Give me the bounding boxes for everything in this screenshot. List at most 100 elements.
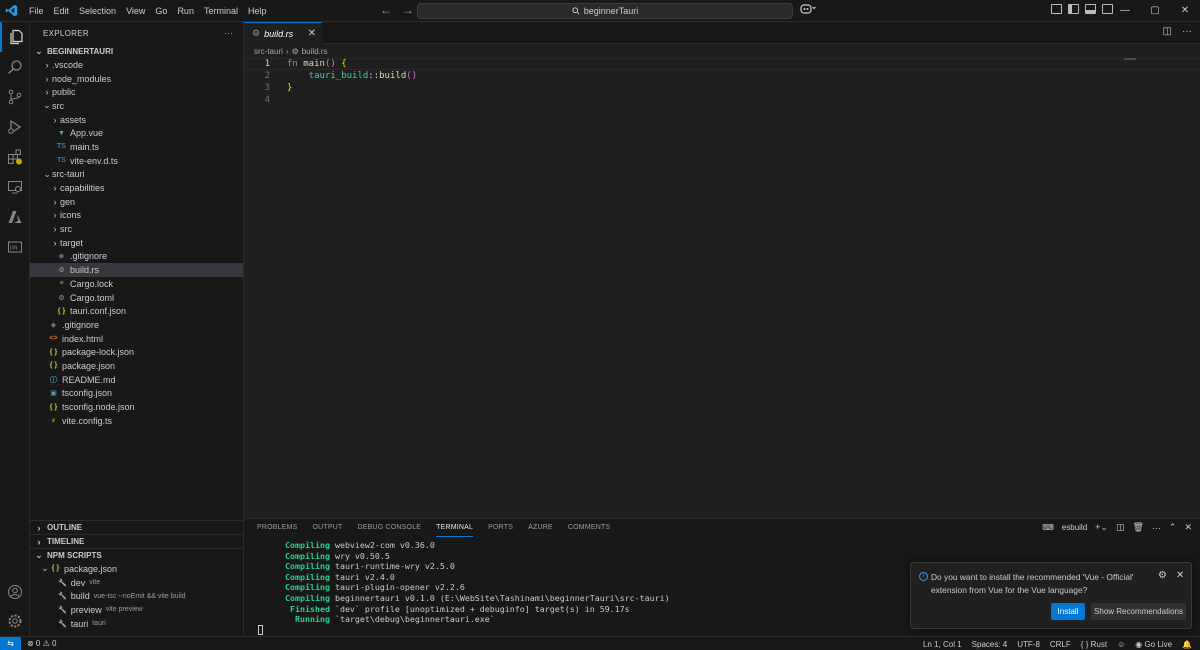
tree-item[interactable]: › gen [30, 195, 243, 209]
tree-item[interactable]: ≡ Cargo.lock [30, 277, 243, 291]
tree-item[interactable]: <> index.html [30, 332, 243, 346]
tree-item[interactable]: ⚙ build.rs [30, 263, 243, 277]
code-area[interactable]: 1 fn main() { 2 tauri_build::build() 3 }… [244, 58, 1200, 106]
menu-item-help[interactable]: Help [243, 0, 272, 22]
split-editor-icon[interactable]: ◫ [1163, 26, 1172, 37]
tree-item[interactable]: ▣ tsconfig.json [30, 387, 243, 401]
npm-package-item[interactable]: ⌄ { } package.json [30, 562, 244, 576]
split-terminal-icon[interactable]: ◫ [1116, 522, 1125, 533]
npm-script-item[interactable]: 🔧 build vue-tsc --noEmit && vite build [30, 589, 244, 603]
notifications-bell-icon[interactable]: 🔔 [1182, 640, 1192, 649]
toggle-primary-sidebar-icon[interactable] [1068, 4, 1079, 14]
tree-item[interactable]: ▼ App.vue [30, 126, 243, 140]
end-of-line[interactable]: CRLF [1050, 640, 1071, 649]
npm-scripts-section[interactable]: ⌄ NPM SCRIPTS [30, 548, 244, 562]
panel-tab-debug-console[interactable]: DEBUG CONSOLE [357, 519, 421, 537]
tree-item[interactable]: { } package.json [30, 359, 243, 373]
run-debug-icon[interactable] [0, 112, 30, 142]
azure-icon[interactable] [0, 202, 30, 232]
command-center-search[interactable]: beginnerTauri [417, 3, 793, 19]
more-actions-icon[interactable]: ··· [1152, 523, 1161, 533]
panel-tab-problems[interactable]: PROBLEMS [257, 519, 298, 537]
source-control-icon[interactable] [0, 82, 30, 112]
tree-item[interactable]: ⓘ README.md [30, 373, 243, 387]
menu-item-file[interactable]: File [24, 0, 49, 22]
close-window-button[interactable]: ✕ [1170, 0, 1200, 22]
tree-item[interactable]: › icons [30, 209, 243, 223]
menu-item-view[interactable]: View [121, 0, 150, 22]
kill-terminal-icon[interactable]: 🗑 [1132, 522, 1143, 533]
minimap[interactable] [1124, 58, 1136, 60]
menu-item-edit[interactable]: Edit [49, 0, 75, 22]
tree-item[interactable]: ◆ .gitignore [30, 250, 243, 264]
problems-count[interactable]: ⊗ 0 ⚠ 0 [27, 639, 56, 648]
panel-tab-output[interactable]: OUTPUT [313, 519, 343, 537]
npm-script-item[interactable]: 🔧 tauri tauri [30, 617, 244, 631]
tree-item[interactable]: › target [30, 236, 243, 250]
remote-indicator-icon[interactable]: ⇆ [0, 636, 21, 650]
npm-script-item[interactable]: 🔧 preview vite preview [30, 603, 244, 617]
accounts-icon[interactable] [0, 577, 30, 607]
new-terminal-button[interactable]: +⌄ [1095, 522, 1108, 533]
minimize-button[interactable]: — [1110, 0, 1140, 22]
menu-item-run[interactable]: Run [172, 0, 199, 22]
more-actions-icon[interactable]: ··· [1182, 26, 1192, 37]
tree-item[interactable]: TS main.ts [30, 140, 243, 154]
more-actions-button[interactable]: ··· [224, 29, 233, 38]
panel-tab-azure[interactable]: AZURE [528, 519, 553, 537]
menu-item-selection[interactable]: Selection [74, 0, 121, 22]
explorer-icon[interactable] [0, 22, 30, 52]
customize-layout-icon[interactable] [1051, 4, 1062, 14]
menu-item-terminal[interactable]: Terminal [199, 0, 243, 22]
outline-section[interactable]: › OUTLINE [30, 520, 244, 534]
tree-item[interactable]: { } tauri.conf.json [30, 304, 243, 318]
panel-tab-ports[interactable]: PORTS [488, 519, 513, 537]
tree-item[interactable]: { } tsconfig.node.json [30, 400, 243, 414]
breadcrumb-folder[interactable]: src-tauri [254, 47, 283, 56]
timeline-section[interactable]: › TIMELINE [30, 534, 244, 548]
go-live-button[interactable]: ◉ Go Live [1135, 640, 1172, 649]
terminal-name[interactable]: esbuild [1062, 523, 1087, 532]
maximize-panel-icon[interactable]: ⌃ [1169, 522, 1177, 533]
tree-item[interactable]: › src [30, 222, 243, 236]
close-tab-icon[interactable]: ✕ [308, 28, 316, 39]
tree-item[interactable]: › .vscode [30, 58, 243, 72]
copilot-status-icon[interactable]: ☺ [1117, 640, 1125, 649]
tree-item[interactable]: ⌄ src-tauri [30, 168, 243, 182]
show-recommendations-button[interactable]: Show Recommendations [1091, 603, 1186, 620]
tree-item[interactable]: › public [30, 85, 243, 99]
breadcrumb-file[interactable]: build.rs [302, 47, 328, 56]
tree-item[interactable]: ⌄ src [30, 99, 243, 113]
panel-tab-terminal[interactable]: TERMINAL [436, 519, 474, 537]
workspace-root[interactable]: ⌄ BEGINNERTAURI [30, 44, 243, 58]
close-icon[interactable]: ✕ [1176, 570, 1184, 581]
gear-icon[interactable]: ⚙ [1158, 570, 1167, 581]
forward-arrow-icon[interactable]: → [402, 3, 414, 17]
extensions-icon[interactable] [0, 142, 30, 172]
tree-item[interactable]: ⚙ Cargo.toml [30, 291, 243, 305]
remote-explorer-icon[interactable] [0, 172, 30, 202]
tree-item[interactable]: › capabilities [30, 181, 243, 195]
close-panel-icon[interactable]: ✕ [1184, 522, 1192, 533]
back-arrow-icon[interactable]: ← [380, 3, 392, 17]
indentation[interactable]: Spaces: 4 [972, 640, 1008, 649]
maximize-button[interactable]: ▢ [1140, 0, 1170, 22]
menu-item-go[interactable]: Go [150, 0, 172, 22]
tree-item[interactable]: ⚡ vite.config.ts [30, 414, 243, 428]
tab-build-rs[interactable]: ⚙ build.rs ✕ [244, 22, 322, 44]
toggle-panel-icon[interactable] [1085, 4, 1096, 14]
tree-item[interactable]: ◆ .gitignore [30, 318, 243, 332]
tree-item[interactable]: { } package-lock.json [30, 345, 243, 359]
panel-tab-comments[interactable]: COMMENTS [568, 519, 610, 537]
tree-item[interactable]: › assets [30, 113, 243, 127]
settings-gear-icon[interactable] [0, 606, 30, 636]
install-button[interactable]: Install [1051, 603, 1085, 620]
tree-item[interactable]: TS vite-env.d.ts [30, 154, 243, 168]
language-mode[interactable]: { } Rust [1081, 640, 1107, 649]
copilot-icon[interactable] [800, 3, 816, 17]
search-icon[interactable] [0, 52, 30, 82]
npm-script-item[interactable]: 🔧 dev vite [30, 576, 244, 590]
tree-item[interactable]: › node_modules [30, 72, 243, 86]
encoding[interactable]: UTF-8 [1017, 640, 1040, 649]
cursor-position[interactable]: Ln 1, Col 1 [923, 640, 962, 649]
